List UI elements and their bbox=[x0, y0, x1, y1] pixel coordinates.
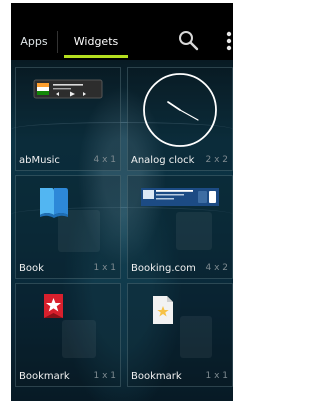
tab-widgets-label: Widgets bbox=[73, 35, 119, 48]
widget-size: 4 x 2 bbox=[205, 263, 229, 273]
booking-com-widget-preview bbox=[141, 188, 219, 206]
bookmark-preview bbox=[16, 284, 120, 366]
widget-tile-bookmark[interactable]: Bookmark 1 x 1 bbox=[127, 283, 233, 387]
book-icon bbox=[40, 188, 68, 218]
android-widget-picker: Apps Widgets abMusic 4 x 1 Analog clock … bbox=[11, 3, 233, 401]
widget-tile-analog-clock[interactable]: Analog clock 2 x 2 bbox=[127, 67, 233, 171]
widget-name: Bookmark bbox=[19, 371, 70, 382]
tab-divider bbox=[57, 31, 58, 53]
widgets-content-area: abMusic 4 x 1 Analog clock 2 x 2 Book 1 … bbox=[11, 60, 233, 401]
widget-tile-book[interactable]: Book 1 x 1 bbox=[15, 175, 121, 279]
widget-name: Book bbox=[19, 263, 44, 274]
widget-name: Bookmark bbox=[131, 371, 182, 382]
bookmark-preview bbox=[128, 284, 232, 366]
top-tabs-bar: Apps Widgets bbox=[11, 23, 233, 60]
search-icon[interactable] bbox=[177, 29, 201, 53]
widget-size: 1 x 1 bbox=[205, 371, 229, 381]
abmusic-preview bbox=[16, 68, 120, 150]
widget-name: abMusic bbox=[19, 155, 60, 166]
widget-size: 2 x 2 bbox=[205, 155, 229, 165]
widget-name: Analog clock bbox=[131, 155, 195, 166]
bookmark-star-icon bbox=[44, 294, 63, 318]
menu-icon[interactable] bbox=[217, 29, 233, 53]
selected-tab-underline bbox=[64, 55, 128, 58]
widget-name: Booking.com bbox=[131, 263, 196, 274]
book-preview bbox=[16, 176, 120, 258]
widget-tile-abmusic[interactable]: abMusic 4 x 1 bbox=[15, 67, 121, 171]
analog-clock-preview bbox=[128, 68, 232, 150]
widget-grid: abMusic 4 x 1 Analog clock 2 x 2 Book 1 … bbox=[15, 67, 233, 394]
widget-tile-booking-com[interactable]: Booking.com 4 x 2 bbox=[127, 175, 233, 279]
status-bar bbox=[11, 3, 233, 23]
widget-size: 1 x 1 bbox=[93, 371, 117, 381]
tab-apps[interactable]: Apps bbox=[17, 23, 51, 60]
clock-icon bbox=[143, 73, 217, 147]
tab-widgets[interactable]: Widgets bbox=[64, 23, 128, 60]
widget-size: 4 x 1 bbox=[93, 155, 117, 165]
booking-com-preview bbox=[128, 176, 232, 258]
abmusic-player-preview bbox=[33, 79, 103, 99]
widget-tile-bookmark[interactable]: Bookmark 1 x 1 bbox=[15, 283, 121, 387]
bookmark-page-icon bbox=[153, 296, 173, 324]
menu-icon-graphic bbox=[226, 31, 232, 51]
widget-size: 1 x 1 bbox=[93, 263, 117, 273]
search-icon-graphic bbox=[179, 31, 199, 51]
